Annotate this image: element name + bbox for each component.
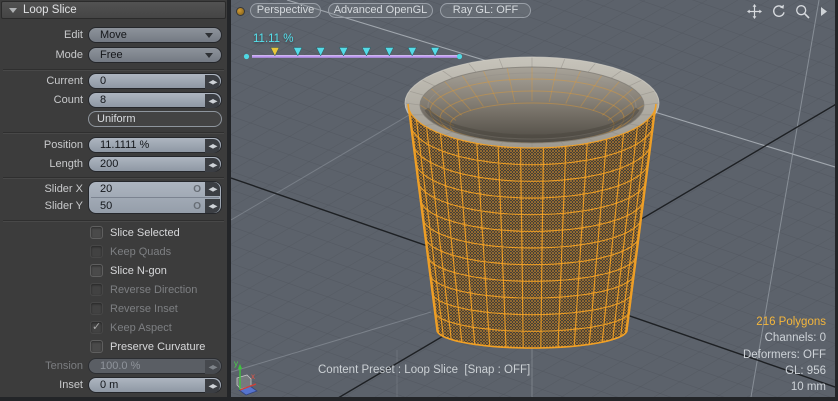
status-bar-text: Content Preset : Loop Slice [Snap : OFF] <box>318 364 530 376</box>
slider-xy-field-group: 20 O ◀▶ 50 O ◀▶ <box>88 181 222 214</box>
checkbox-row-preserve-curvature: Preserve Curvature <box>0 339 227 358</box>
spinner-arrows-icon: ◀▶ <box>205 360 220 374</box>
viewport-menu-dot[interactable] <box>236 7 245 16</box>
keep-aspect-checkbox <box>90 321 103 334</box>
inset-row: Inset 0 m ◀▶ <box>0 377 227 393</box>
collapse-arrow-icon[interactable] <box>9 8 17 13</box>
svg-text:x: x <box>251 372 255 381</box>
viewport-nav-icons <box>747 4 828 19</box>
edit-row: Edit Move <box>0 27 227 43</box>
spinner-arrows-icon[interactable]: ◀▶ <box>205 94 220 108</box>
current-row: Current 0 ◀▶ <box>0 73 227 89</box>
loop-slice-tool-panel: Loop Slice Edit Move Mode Free Current 0… <box>0 0 227 397</box>
tension-field: 100.0 % ◀▶ <box>88 358 222 374</box>
position-label: Position <box>0 137 83 153</box>
checkbox-row-keep-quads: Keep Quads <box>0 244 227 263</box>
preserve-curvature-checkbox[interactable] <box>90 340 103 353</box>
channels-count: Channels: 0 <box>743 330 826 346</box>
current-field[interactable]: 0 ◀▶ <box>88 73 222 89</box>
count-label: Count <box>0 92 83 108</box>
count-row: Count 8 ◀▶ <box>0 92 227 108</box>
slice-ngon-checkbox[interactable] <box>90 264 103 277</box>
spinner-arrows-icon[interactable]: ◀▶ <box>205 199 220 213</box>
spinner-arrows-icon[interactable]: ◀▶ <box>205 139 220 153</box>
count-field[interactable]: 8 ◀▶ <box>88 92 222 108</box>
separator <box>3 69 224 70</box>
separator <box>3 220 224 221</box>
slider-x-label: Slider X <box>0 181 83 197</box>
slice-selected-checkbox[interactable] <box>90 226 103 239</box>
mode-label: Mode <box>0 47 83 63</box>
mesh-cup[interactable] <box>405 57 659 348</box>
reverse-inset-checkbox <box>90 302 103 315</box>
mode-row: Mode Free <box>0 47 227 63</box>
panel-title: Loop Slice <box>23 3 77 18</box>
slider-x-field[interactable]: 20 O ◀▶ <box>89 182 221 197</box>
length-row: Length 200 ◀▶ <box>0 156 227 172</box>
chevron-down-icon <box>205 33 213 38</box>
flyout-arrow-icon[interactable] <box>819 6 828 17</box>
inset-field[interactable]: 0 m ◀▶ <box>88 377 222 393</box>
checkbox-row-keep-aspect: Keep Aspect <box>0 320 227 339</box>
reverse-direction-checkbox <box>90 283 103 296</box>
edit-label: Edit <box>0 27 83 43</box>
uniform-button[interactable]: Uniform <box>88 111 222 127</box>
panel-header[interactable]: Loop Slice <box>1 1 226 19</box>
edit-dropdown[interactable]: Move <box>88 27 222 43</box>
modo-window: Loop Slice Edit Move Mode Free Current 0… <box>0 0 838 401</box>
perspective-button[interactable]: Perspective <box>250 3 321 18</box>
deformers-state: Deformers: OFF <box>743 347 826 363</box>
checkbox-row-reverse-direction: Reverse Direction <box>0 282 227 301</box>
checkbox-row-slice-ngon: Slice N-gon <box>0 263 227 282</box>
spinner-arrows-icon[interactable]: ◀▶ <box>205 158 220 172</box>
length-field[interactable]: 200 ◀▶ <box>88 156 222 172</box>
rotate-icon[interactable] <box>771 4 786 19</box>
cycle-icon[interactable]: O <box>193 183 201 196</box>
spinner-arrows-icon[interactable]: ◀▶ <box>205 75 220 89</box>
group-divider <box>91 197 219 198</box>
svg-text:y: y <box>234 359 238 368</box>
polygon-count: 216 Polygons <box>743 314 826 330</box>
checkbox-row-slice-selected: Slice Selected <box>0 225 227 244</box>
slider-y-label: Slider Y <box>0 198 83 214</box>
spinner-arrows-icon[interactable]: ◀▶ <box>205 182 220 196</box>
ray-gl-button[interactable]: Ray GL: OFF <box>440 3 531 18</box>
pan-icon[interactable] <box>747 4 762 19</box>
mode-dropdown[interactable]: Free <box>88 47 222 63</box>
grid-size: 10 mm <box>743 379 826 395</box>
separator <box>3 177 224 178</box>
spinner-arrows-icon[interactable]: ◀▶ <box>205 379 220 393</box>
separator <box>3 132 224 133</box>
3d-viewport[interactable]: x y Perspective Advanced OpenGL Ray GL: O… <box>231 0 835 397</box>
tension-label: Tension <box>0 358 83 374</box>
checkbox-row-reverse-inset: Reverse Inset <box>0 301 227 320</box>
shading-mode-button[interactable]: Advanced OpenGL <box>328 3 433 18</box>
position-row: Position 11.1111 % ◀▶ <box>0 137 227 153</box>
gl-count: GL: 956 <box>743 363 826 379</box>
tension-row: Tension 100.0 % ◀▶ <box>0 358 227 374</box>
position-field[interactable]: 11.1111 % ◀▶ <box>88 137 222 153</box>
cycle-icon[interactable]: O <box>193 200 201 213</box>
inset-label: Inset <box>0 377 83 393</box>
zoom-icon[interactable] <box>795 4 810 19</box>
length-label: Length <box>0 156 83 172</box>
uniform-row: Uniform <box>0 111 227 127</box>
slice-position-readout: 11.11 % <box>253 33 294 45</box>
chevron-down-icon <box>205 53 213 58</box>
slider-y-field[interactable]: 50 O ◀▶ <box>89 199 221 214</box>
current-label: Current <box>0 73 83 89</box>
keep-quads-checkbox <box>90 245 103 258</box>
viewport-stats: 216 Polygons Channels: 0 Deformers: OFF … <box>743 314 826 395</box>
